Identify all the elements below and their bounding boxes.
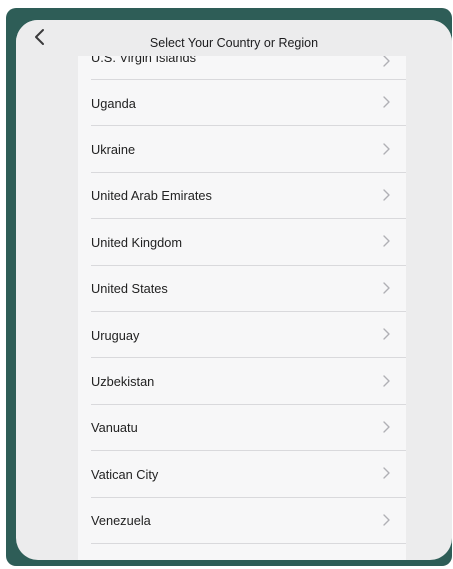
chevron-right-icon <box>383 188 390 204</box>
chevron-right-icon <box>383 466 390 482</box>
country-label: United States <box>91 281 168 297</box>
country-label: Vatican City <box>91 466 159 482</box>
country-list: U.S. Virgin Islands Uganda Ukraine United A… <box>78 46 406 560</box>
chevron-right-icon <box>383 420 390 436</box>
settings-screen: U.S. Virgin Islands Uganda Ukraine United A… <box>16 20 452 560</box>
country-label: Venezuela <box>91 513 151 529</box>
country-label: Vanuatu <box>91 420 138 436</box>
header: Select Your Country or Region <box>16 20 452 56</box>
country-row[interactable]: Uzbekistan <box>78 358 406 405</box>
country-row[interactable]: Venezuela <box>78 498 406 544</box>
chevron-right-icon <box>383 95 390 111</box>
country-label: United Arab Emirates <box>91 188 212 204</box>
country-row[interactable]: Uruguay <box>78 312 406 359</box>
country-label: Uganda <box>91 95 136 111</box>
page-title: Select Your Country or Region <box>149 36 319 50</box>
country-row[interactable]: Vatican City <box>78 451 406 498</box>
country-row[interactable]: Vanuatu <box>78 405 406 452</box>
chevron-right-icon <box>383 142 390 158</box>
country-label: Uzbekistan <box>91 374 155 390</box>
chevron-right-icon <box>383 327 390 343</box>
chevron-right-icon <box>383 281 390 297</box>
chevron-right-icon <box>383 513 390 529</box>
row-divider <box>91 542 406 544</box>
country-label: Uruguay <box>91 327 140 343</box>
country-row[interactable]: Ukraine <box>78 126 406 173</box>
country-label: Ukraine <box>91 142 136 158</box>
chevron-right-icon <box>383 374 390 390</box>
country-row[interactable]: United States <box>78 266 406 312</box>
chevron-right-icon <box>383 54 390 70</box>
country-row[interactable]: Uganda <box>78 80 406 127</box>
chevron-right-icon <box>383 234 390 250</box>
country-row[interactable]: United Arab Emirates <box>78 173 406 220</box>
country-row[interactable]: United Kingdom <box>78 219 406 266</box>
country-label: United Kingdom <box>91 234 183 250</box>
